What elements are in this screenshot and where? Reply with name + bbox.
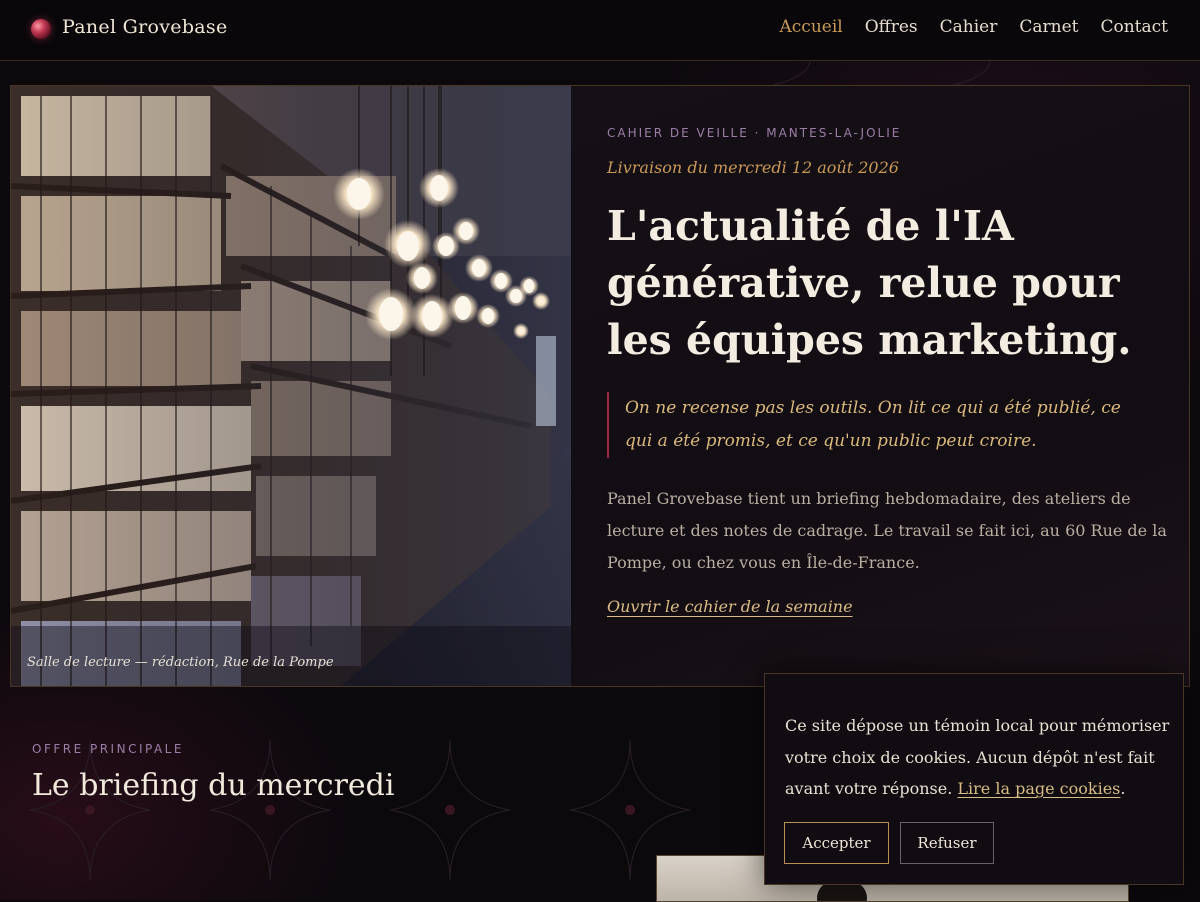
cookie-text-end: .: [1120, 779, 1126, 798]
hero-body: Panel Grovebase tient un briefing hebdom…: [607, 489, 1167, 572]
cookie-text: Ce site dépose un témoin local pour mémo…: [785, 710, 1170, 805]
nav-link-offres[interactable]: Offres: [865, 17, 918, 37]
hero-pullquote: On ne recense pas les outils. On lit ce …: [607, 392, 1145, 458]
edition-date: Livraison du mercredi 12 août 2026: [607, 158, 899, 177]
offer-kicker: OFFRE PRINCIPALE: [32, 742, 184, 756]
hero-text-panel: CAHIER DE VEILLE · MANTES-LA-JOLIE Livra…: [571, 86, 1189, 686]
hero-title: L'actualité de l'IA générative, relue po…: [607, 202, 1132, 364]
cookie-policy-link[interactable]: Lire la page cookies: [957, 779, 1120, 798]
hero-kicker: CAHIER DE VEILLE · MANTES-LA-JOLIE: [607, 126, 902, 140]
site-header: Panel Grovebase Accueil Offres Cahier Ca…: [0, 0, 1200, 61]
nav-link-carnet[interactable]: Carnet: [1019, 17, 1078, 37]
offer-title: Le briefing du mercredi: [32, 768, 395, 803]
refuse-button[interactable]: Refuser: [900, 822, 994, 864]
brand-orb-icon[interactable]: [31, 19, 51, 39]
nav-link-accueil[interactable]: Accueil: [780, 17, 843, 37]
nav-link-cahier[interactable]: Cahier: [940, 17, 998, 37]
brand-name[interactable]: Panel Grovebase: [62, 16, 228, 38]
photo-caption: Salle de lecture — rédaction, Rue de la …: [27, 655, 334, 670]
library-illustration: [11, 86, 571, 686]
hero-library-photo: Salle de lecture — rédaction, Rue de la …: [11, 86, 571, 686]
hero-section: Salle de lecture — rédaction, Rue de la …: [10, 85, 1190, 687]
nav-link-contact[interactable]: Contact: [1100, 17, 1168, 37]
open-notebook-link[interactable]: Ouvrir le cahier de la semaine: [607, 597, 853, 616]
accept-button[interactable]: Accepter: [784, 822, 889, 864]
main-nav: Accueil Offres Cahier Carnet Contact: [780, 17, 1169, 37]
cookie-banner: Ce site dépose un témoin local pour mémo…: [764, 673, 1184, 885]
